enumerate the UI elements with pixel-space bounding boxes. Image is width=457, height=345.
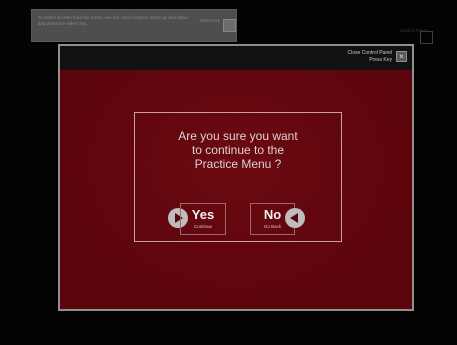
question-line-2: to continue to the — [191, 143, 285, 157]
close-control-panel-title: Close Control Panel — [347, 50, 392, 56]
background-key-hint: Press Key — [199, 18, 220, 23]
question-line-3: Practice Menu ? — [194, 157, 282, 171]
question-line-1: Are you sure you want — [178, 129, 298, 143]
yes-sublabel: Continue — [193, 224, 212, 229]
background-instruction-banner: To select an item from the menu, use the… — [31, 9, 237, 42]
confirm-question: Are you sure you want to continue to the… — [135, 129, 341, 171]
yes-button[interactable]: Yes Continue — [180, 203, 226, 235]
background-key-icon — [223, 19, 236, 32]
yes-label: Yes — [191, 207, 215, 222]
modal-title-bar: Close Control Panel Press Key × — [60, 46, 412, 70]
background-control-panel-key-icon — [420, 31, 433, 44]
arrow-left-icon[interactable] — [285, 208, 305, 228]
close-control-panel-hint: Press Key — [369, 57, 392, 63]
confirm-dialog: Are you sure you want to continue to the… — [134, 112, 342, 242]
close-control-panel-label: Close Control Panel Press Key — [348, 50, 392, 64]
close-icon[interactable]: × — [396, 51, 407, 62]
confirmation-modal: Close Control Panel Press Key × Are you … — [58, 44, 414, 311]
background-instruction-text: To select an item from the menu, use the… — [38, 15, 188, 26]
